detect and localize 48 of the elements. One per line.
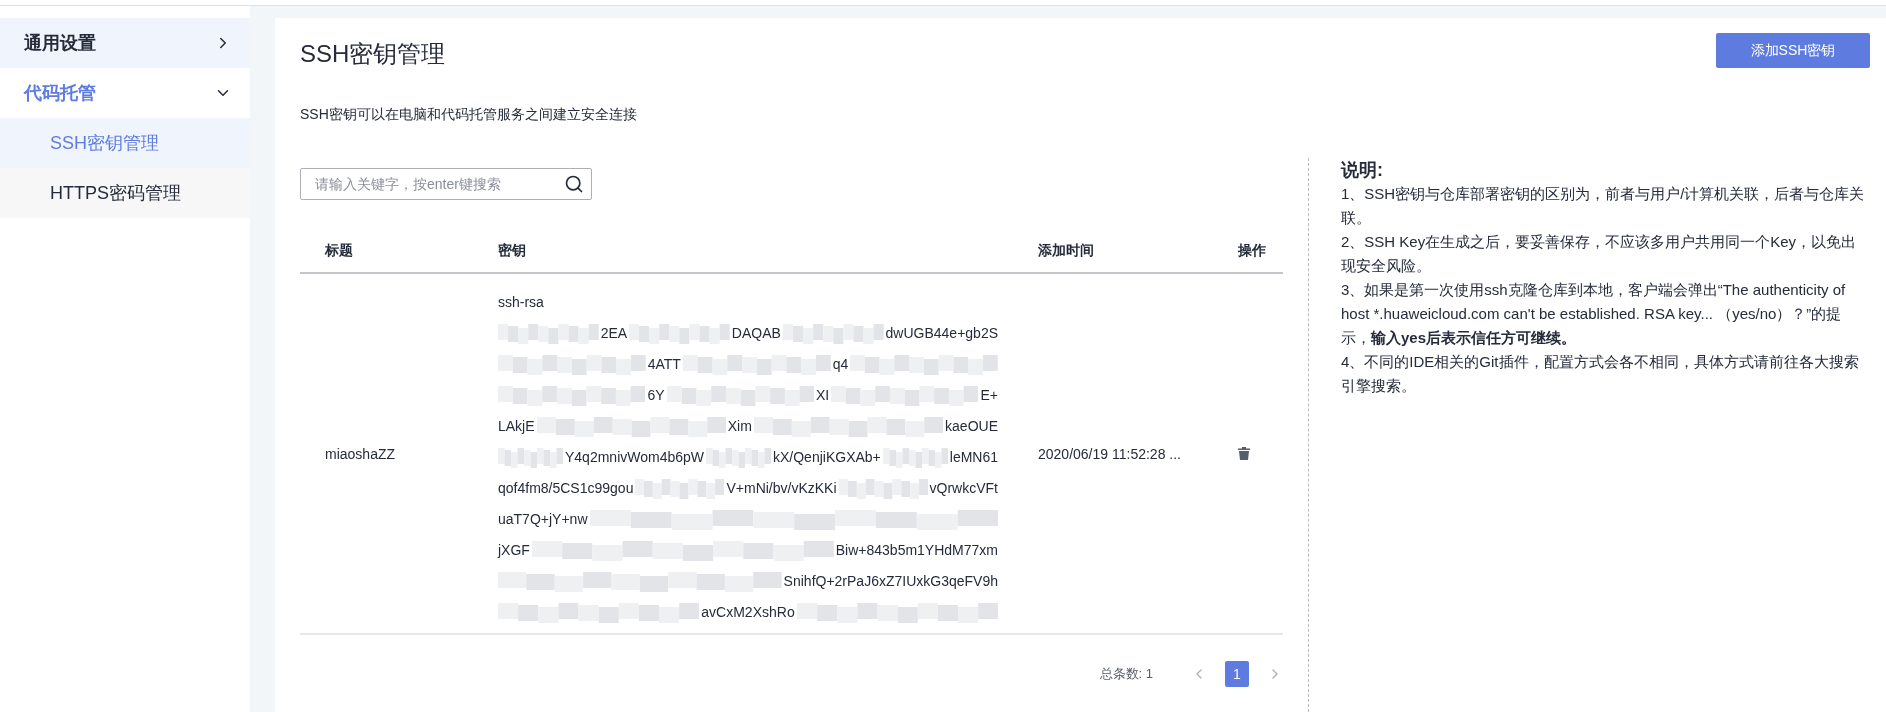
sidebar-subitem[interactable]: HTTPS密码管理	[0, 168, 250, 218]
key-text: q4	[832, 355, 849, 372]
sidebar-subitem[interactable]: SSH密钥管理	[0, 118, 250, 168]
key-text: DAQAB	[731, 324, 781, 341]
key-text: ssh-rsa	[498, 293, 544, 310]
key-text: E+	[980, 386, 998, 403]
column-header: 标题	[300, 234, 473, 274]
key-text: Biw+843b5m1YHdM77xm	[835, 541, 998, 558]
trash-icon[interactable]	[1238, 447, 1250, 460]
search-field[interactable]: 请输入关键字，按enter键搜索	[300, 168, 592, 200]
column-header: 密钥	[473, 234, 1013, 274]
key-text: Xim	[727, 417, 752, 434]
page-description: SSH密钥可以在电脑和代码托管服务之间建立安全连接	[300, 106, 638, 124]
key-text: leMN61	[949, 448, 998, 465]
column-header: 操作	[1213, 234, 1283, 274]
key-text: uaT7Q+jY+nw	[498, 510, 588, 527]
column-header: 添加时间	[1013, 234, 1213, 274]
key-text: Y4q2mnivWom4b6pW	[565, 448, 704, 465]
page-button[interactable]: 1	[1225, 661, 1249, 687]
note-text: 2、SSH Key在生成之后，要妥善保存，不应该多用户共用同一个Key，以免出现安全风险。	[1341, 232, 1858, 276]
table-cell: miaoshaZZ	[300, 274, 473, 635]
key-text: kaeOUE	[945, 417, 998, 434]
key-text: LAkjE	[498, 417, 535, 434]
key-text: vQrwkcVFt	[929, 479, 998, 496]
key-text: avCxM2XshRo	[701, 603, 795, 620]
key-text: kX/QenjiKGXAb+	[773, 448, 881, 465]
redaction-drawing	[498, 445, 563, 468]
key-text: dwUGB44e+gb2S	[885, 324, 998, 341]
total-count: 总条数: 1	[1099, 665, 1153, 683]
key-text: jXGF	[498, 541, 530, 558]
key-text: XI	[815, 386, 830, 403]
page-title: SSH密钥管理	[300, 39, 447, 69]
notes-title: 说明:	[1341, 159, 1384, 182]
key-text: 4ATT	[647, 355, 681, 372]
note-text: 3、如果是第一次使用ssh克隆仓库到本地，客户端会弹出“The authenticity of host *.huaweicloud.com can't be established. RSA key... （yes/no）？”的提示，输入yes后表示信任方可继续。	[1341, 280, 1847, 348]
note-text: 4、不同的IDE相关的Git插件，配置方式会各不相同，具体方式请前往各大搜索引擎搜索。	[1341, 352, 1860, 396]
key-text: 2EA	[600, 324, 628, 341]
key-text: SnihfQ+2rPaJ6xZ7IUxkG3qeFV9h	[783, 572, 998, 589]
key-text: qof4fm8/5CS1c99gou	[498, 479, 634, 496]
search-icon[interactable]	[564, 174, 584, 194]
key-text: V+mNi/bv/vKzKKi	[726, 479, 837, 496]
add-ssh-key-button[interactable]: 添加SSH密钥	[1716, 33, 1870, 68]
table-cell: 2020/06/19 11:52:28 ...	[1013, 274, 1213, 635]
sidebar-item[interactable]: 通用设置	[0, 18, 250, 68]
redaction-drawing	[706, 445, 771, 468]
key-text: 6Y	[647, 386, 665, 403]
redaction-drawing	[882, 445, 948, 468]
note-text: 1、SSH密钥与仓库部署密钥的区别为，前者与用户/计算机关联，后者与仓库关联。	[1341, 184, 1866, 228]
